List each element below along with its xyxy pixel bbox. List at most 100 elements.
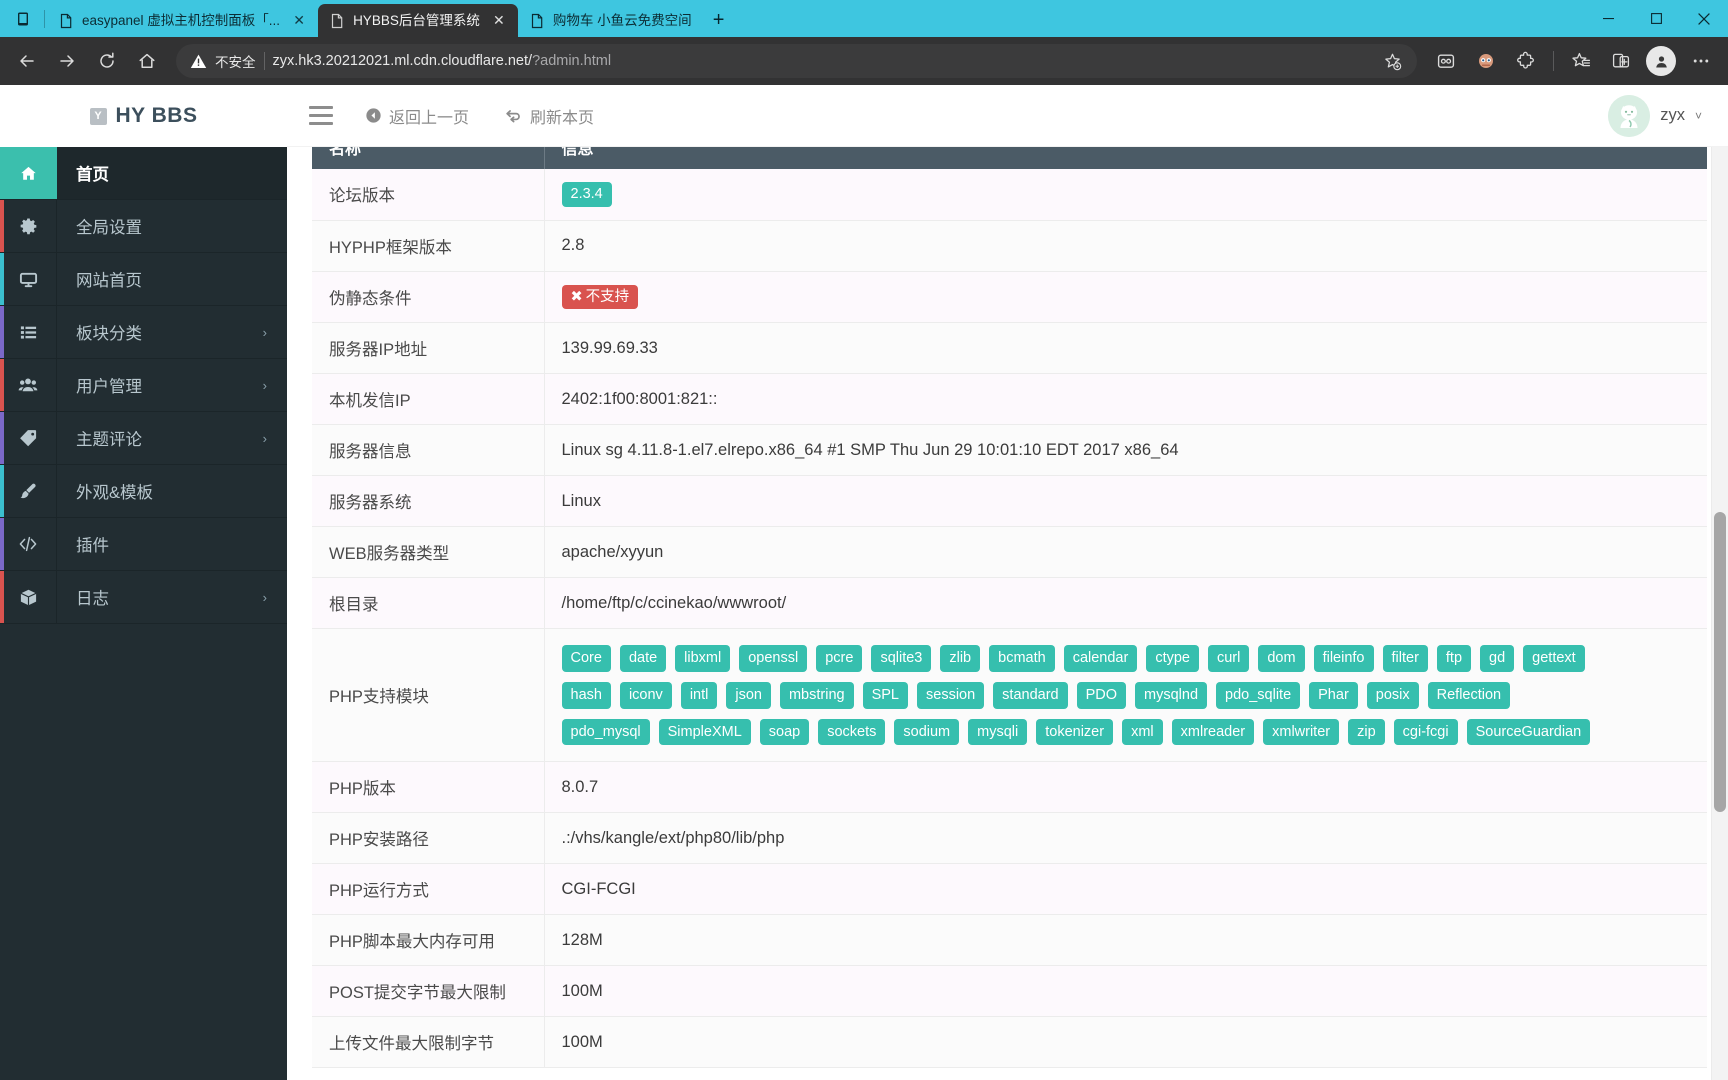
profile-icon[interactable] — [1642, 42, 1680, 80]
row-key: HYPHP框架版本 — [312, 220, 545, 272]
monitor-icon — [0, 253, 57, 305]
row-value: 139.99.69.33 — [544, 322, 1707, 375]
php-module-badge: zlib — [940, 645, 981, 673]
sidebar-item-label: 首页 — [76, 166, 109, 184]
toolbar-icons — [1427, 42, 1720, 80]
sidebar-item-user-management[interactable]: 用户管理 › — [0, 359, 287, 412]
tab-strip: easypanel 虚拟主机控制面板「... ✕ HYBBS后台管理系统 ✕ 购… — [0, 0, 1728, 37]
row-value: 100M — [544, 1016, 1707, 1069]
minimize-button[interactable] — [1584, 0, 1632, 37]
php-module-badge: ftp — [1436, 645, 1472, 673]
accent-bar — [0, 253, 4, 305]
extensions-puzzle-icon[interactable] — [1507, 42, 1545, 80]
page-icon — [58, 13, 74, 29]
split-screen-icon[interactable] — [1602, 42, 1640, 80]
accent-bar — [0, 147, 4, 199]
favorites-icon[interactable] — [1562, 42, 1600, 80]
forward-icon[interactable] — [48, 42, 86, 80]
sidebar-item-site-home[interactable]: 网站首页 — [0, 253, 287, 306]
user-menu[interactable]: zyx ˅ — [1608, 94, 1708, 137]
sidebar-item-appearance-template[interactable]: 外观&模板 — [0, 465, 287, 518]
chevron-right-icon: › — [262, 430, 267, 446]
row-key: 服务器信息 — [312, 424, 545, 477]
row-key: 上传文件最大限制字节 — [312, 1016, 545, 1069]
sidebar-item-logs[interactable]: 日志 › — [0, 571, 287, 624]
value-badge: 2.3.4 — [561, 182, 612, 207]
security-label: 不安全 — [215, 55, 256, 70]
back-icon[interactable] — [8, 42, 46, 80]
sidebar-item-home[interactable]: 首页 — [0, 147, 287, 200]
php-module-badge: openssl — [739, 645, 808, 673]
sidebar-item-label: 网站首页 — [76, 272, 142, 290]
php-module-badge: SourceGuardian — [1466, 718, 1591, 746]
status-badge: ✖ 不支持 — [561, 284, 639, 310]
row-value: .:/vhs/kangle/ext/php80/lib/php — [544, 812, 1707, 865]
username-label: zyx — [1660, 106, 1685, 124]
new-tab-button[interactable]: + — [704, 5, 734, 35]
php-module-badge: SPL — [862, 682, 908, 709]
tab-title: 购物车 小鱼云免费空间 — [552, 13, 692, 28]
settings-more-icon[interactable] — [1682, 42, 1720, 80]
address-bar[interactable]: 不安全 zyx.hk3.20212021.ml.cdn.cloudflare.n… — [176, 44, 1417, 78]
extension-color-icon[interactable] — [1467, 42, 1505, 80]
php-module-badge: posix — [1366, 682, 1419, 709]
php-module-badge: intl — [680, 682, 718, 709]
brand-logo[interactable]: Y HY BBS — [0, 85, 287, 147]
url-text: zyx.hk3.20212021.ml.cdn.cloudflare.net/?… — [272, 53, 612, 69]
brand-mark-icon: Y — [89, 107, 107, 125]
home-icon[interactable] — [128, 42, 166, 80]
php-module-badge: xml — [1122, 718, 1163, 746]
sidebar-item-global-settings[interactable]: 全局设置 — [0, 200, 287, 253]
hamburger-icon[interactable] — [295, 90, 347, 142]
vertical-scrollbar[interactable] — [1711, 147, 1728, 1080]
table-row: 服务器信息 Linux sg 4.11.8-1.el7.elrepo.x86_64… — [312, 424, 1707, 477]
php-module-badge: pdo_mysql — [561, 718, 650, 746]
sidebar-item-topic-comment[interactable]: 主题评论 › — [0, 412, 287, 465]
tab-title: HYBBS后台管理系统 — [353, 13, 480, 28]
tab-search-icon[interactable] — [4, 0, 42, 37]
sidebar-item-plugins[interactable]: 插件 — [0, 518, 287, 571]
reload-icon[interactable] — [88, 42, 126, 80]
maximize-button[interactable] — [1632, 0, 1680, 37]
php-module-badge: PDO — [1076, 682, 1127, 709]
sidebar-item-label: 插件 — [76, 537, 109, 555]
close-window-button[interactable] — [1680, 0, 1728, 37]
accent-bar — [0, 359, 4, 411]
php-module-badge: xmlwriter — [1263, 718, 1340, 746]
sidebar-item-label: 日志 — [76, 590, 109, 608]
php-module-badge: libxml — [675, 645, 731, 673]
sidebar-item-board-category[interactable]: 板块分类 › — [0, 306, 287, 359]
accent-bar — [0, 412, 4, 464]
window-controls — [1584, 0, 1728, 37]
browser-tab-1[interactable]: easypanel 虚拟主机控制面板「... ✕ — [47, 4, 318, 37]
content-scroll-area[interactable]: 名称 信息 论坛版本 2.3.4 HYPHP框架版本 2.8 伪静态条件 ✖ 不支持 服务器I… — [287, 147, 1728, 1080]
php-module-badge: SimpleXML — [658, 718, 751, 746]
back-previous-page-button[interactable]: 返回上一页 — [347, 85, 487, 147]
table-row: PHP脚本最大内存可用 128M — [312, 914, 1707, 967]
tab-close-button[interactable]: ✕ — [488, 10, 510, 32]
scrollbar-thumb[interactable] — [1714, 512, 1726, 812]
table-row: 服务器IP地址 139.99.69.33 — [312, 322, 1707, 375]
row-key: PHP脚本最大内存可用 — [312, 914, 545, 967]
tab-close-button[interactable]: ✕ — [288, 10, 310, 32]
add-favorite-icon[interactable] — [1373, 42, 1411, 80]
browser-tab-3[interactable]: 购物车 小鱼云免费空间 — [518, 4, 700, 37]
php-module-badge: ctype — [1146, 645, 1199, 673]
table-head: 名称 信息 — [312, 147, 1707, 169]
collections-icon[interactable] — [1427, 42, 1465, 80]
php-module-badge: calendar — [1063, 645, 1138, 673]
close-icon: ✖ — [570, 288, 583, 305]
php-module-badge: standard — [993, 682, 1068, 709]
row-key: PHP运行方式 — [312, 863, 545, 916]
row-key: 论坛版本 — [312, 169, 545, 221]
not-secure-warning-icon[interactable] — [190, 53, 207, 70]
accent-bar — [0, 571, 4, 623]
omnibox-divider — [263, 52, 265, 70]
php-module-badge: Phar — [1309, 682, 1358, 709]
refresh-icon — [505, 107, 523, 125]
row-value: /home/ftp/c/ccinekao/wwwroot/ — [544, 577, 1707, 630]
refresh-page-button[interactable]: 刷新本页 — [487, 85, 612, 147]
users-icon — [0, 359, 57, 411]
browser-tab-2[interactable]: HYBBS后台管理系统 ✕ — [318, 4, 518, 37]
chevron-right-icon: › — [262, 589, 267, 605]
